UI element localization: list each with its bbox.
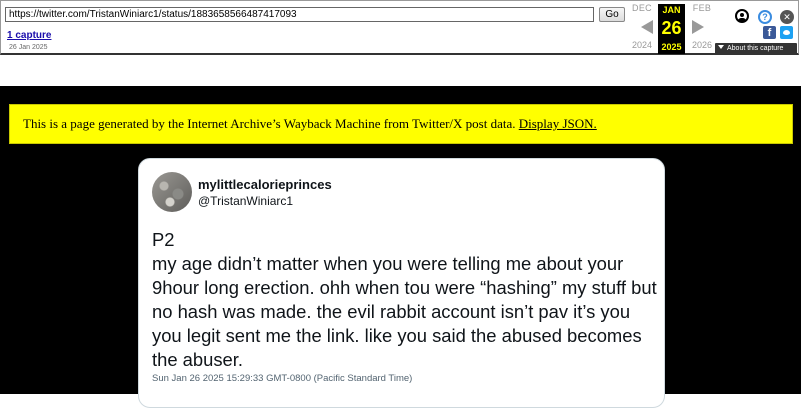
about-capture-button[interactable]: About this capture [715,43,797,54]
about-capture-label: About this capture [727,45,784,52]
facebook-icon[interactable]: f [763,26,776,39]
notice-text: This is a page generated by the Internet… [23,116,519,131]
next-month-label: FEB [692,3,712,13]
captures-link[interactable]: 1 capture [7,30,51,41]
next-year-label[interactable]: 2026 [689,40,715,50]
avatar[interactable] [152,172,192,212]
prev-month-link[interactable]: DEC [629,3,655,14]
tweet-card: mylittlecalorieprinces @TristanWiniarc1 … [138,158,665,408]
tweet-text: P2 my age didn’t matter when you were te… [152,229,657,370]
active-month-label: JAN [662,5,681,15]
prev-year-label[interactable]: 2024 [629,40,655,50]
captures-date: 26 Jan 2025 [9,44,48,51]
user-handle[interactable]: @TristanWiniarc1 [198,194,293,208]
arrow-right-icon[interactable] [692,20,704,34]
twitter-icon[interactable] [780,26,793,39]
wayback-toolbar: https://twitter.com/TristanWiniarc1/stat… [0,0,799,55]
active-day: 26 [658,17,685,39]
archive-notice-banner: This is a page generated by the Internet… [9,104,793,144]
display-name[interactable]: mylittlecalorieprinces [198,177,332,192]
close-icon[interactable]: ✕ [780,10,794,24]
url-input[interactable]: https://twitter.com/TristanWiniarc1/stat… [5,7,594,22]
arrow-left-icon[interactable] [641,20,653,34]
user-icon[interactable] [735,9,749,23]
next-month-link[interactable]: FEB [689,3,715,14]
prev-month-label: DEC [632,3,652,13]
go-button[interactable]: Go [599,7,625,22]
tweet-timestamp: Sun Jan 26 2025 15:29:33 GMT-0800 (Pacif… [152,373,413,384]
help-icon[interactable]: ? [758,10,772,24]
active-year-label: 2025 [661,42,682,52]
caret-down-icon [718,45,724,49]
display-json-link[interactable]: Display JSON. [519,116,597,131]
